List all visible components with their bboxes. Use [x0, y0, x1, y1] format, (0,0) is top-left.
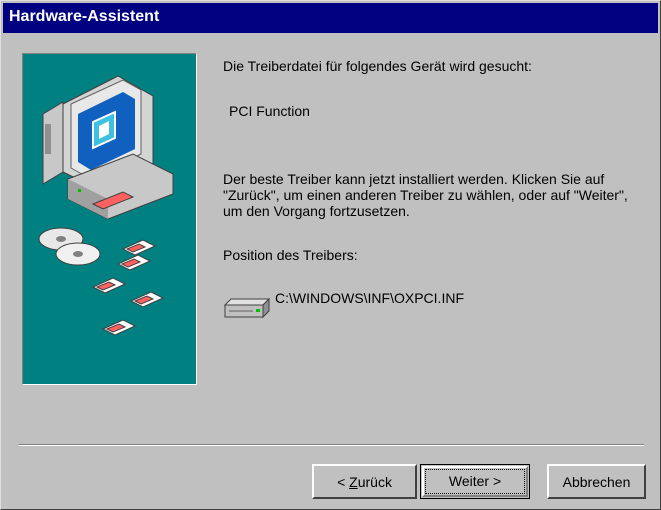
hard-drive-icon: [223, 297, 271, 319]
title-bar[interactable]: Hardware-Assistent: [3, 3, 658, 33]
wizard-illustration: [22, 53, 197, 385]
cancel-button[interactable]: Abbrechen: [547, 464, 646, 499]
back-button-label: urück: [357, 473, 392, 490]
separator-line-highlight: [19, 445, 644, 446]
driver-position-label: Position des Treibers:: [223, 247, 358, 263]
back-button[interactable]: < Zurück: [312, 464, 417, 499]
intro-text: Die Treiberdatei für folgendes Gerät wir…: [223, 58, 532, 74]
hardware-wizard-window: Hardware-Assistent Die Treiberdatei für …: [0, 0, 661, 510]
driver-path: C:\WINDOWS\INF\OXPCI.INF: [275, 290, 464, 306]
back-button-prefix: <: [337, 473, 350, 490]
window-title: Hardware-Assistent: [9, 8, 160, 25]
next-button[interactable]: Weiter >: [420, 464, 530, 499]
computer-with-cds-and-floppies-icon: [38, 75, 174, 336]
description-text: Der beste Treiber kann jetzt installiert…: [223, 171, 628, 219]
back-button-mnemonic: Z: [349, 473, 358, 490]
device-name: PCI Function: [229, 103, 310, 119]
next-button-label: Weiter >: [448, 473, 502, 489]
